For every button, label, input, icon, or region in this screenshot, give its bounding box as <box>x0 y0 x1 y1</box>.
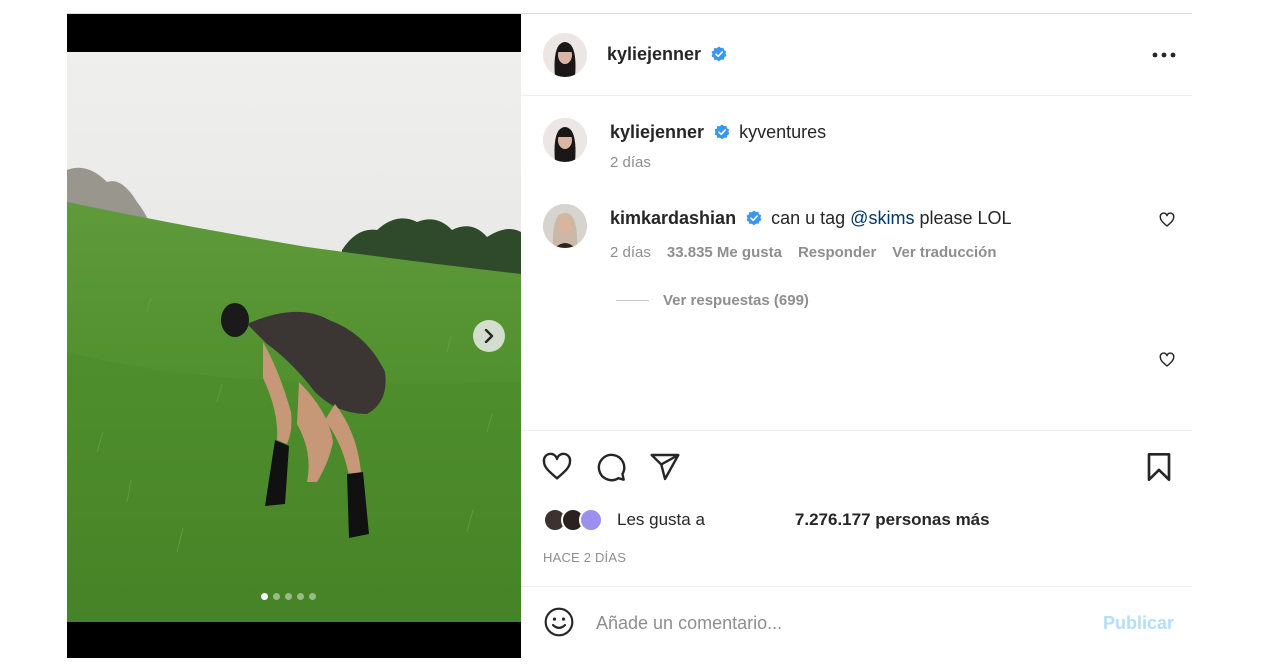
author-name: kyliejenner <box>607 44 727 65</box>
comment-time[interactable]: 2 días <box>610 244 651 261</box>
caption-time: 2 días <box>610 154 651 171</box>
emoji-icon <box>544 607 574 637</box>
comment-button[interactable] <box>595 451 627 483</box>
next-photo-button[interactable] <box>473 320 505 352</box>
view-replies-label: Ver respuestas (699) <box>663 292 809 309</box>
heart-icon <box>542 452 572 480</box>
more-horizontal-icon <box>1152 52 1176 58</box>
heart-icon <box>1159 212 1175 227</box>
commenter-avatar[interactable] <box>543 204 587 248</box>
carousel-dot <box>297 593 304 600</box>
comment-text-after: please LOL <box>919 208 1012 228</box>
like-button[interactable] <box>541 451 573 483</box>
comment-like-button[interactable] <box>1159 352 1175 373</box>
post-timestamp[interactable]: HACE 2 DÍAS <box>543 550 626 565</box>
carousel-dot <box>285 593 292 600</box>
emoji-button[interactable] <box>543 606 575 638</box>
save-button[interactable] <box>1143 451 1175 483</box>
reply-button[interactable]: Responder <box>798 244 876 261</box>
verified-badge-icon <box>711 46 727 62</box>
liker-avatar <box>579 508 603 532</box>
commenter-username[interactable]: kimkardashian <box>610 208 736 228</box>
publish-button[interactable]: Publicar <box>1103 613 1174 634</box>
heart-icon <box>1159 352 1175 367</box>
actions-area: Les gusta a 7.276.177 personas más HACE … <box>521 430 1192 586</box>
comment-like-button[interactable] <box>1159 212 1175 233</box>
view-replies-button[interactable]: Ver respuestas (699) <box>616 292 809 309</box>
carousel-dot <box>309 593 316 600</box>
comment-meta: 2 días 33.835 Me gusta Responder Ver tra… <box>610 244 997 261</box>
replies-divider <box>616 300 649 301</box>
chevron-right-icon <box>484 329 494 343</box>
carousel-dot <box>273 593 280 600</box>
caption-username[interactable]: kyliejenner <box>610 122 704 142</box>
likes-prefix: Les gusta a <box>617 510 705 529</box>
verified-badge-icon <box>746 210 762 226</box>
likers-avatars[interactable] <box>543 508 603 532</box>
send-icon <box>650 453 680 481</box>
post-header: kyliejenner <box>521 14 1192 96</box>
comment-line: kimkardashian can u tag @skims please LO… <box>610 208 1012 229</box>
post-modal: kyliejenner kyliejenner kyventures 2 día… <box>67 13 1192 658</box>
comment-composer: Publicar <box>521 586 1192 658</box>
comment-text-before: can u tag <box>771 208 846 228</box>
verified-badge-icon <box>714 124 730 140</box>
caption-text: kyventures <box>739 122 827 142</box>
caption-line: kyliejenner kyventures <box>610 122 826 143</box>
author-username[interactable]: kyliejenner <box>607 44 701 64</box>
likes-summary: Les gusta a 7.276.177 personas más <box>543 508 990 532</box>
author-avatar[interactable] <box>543 33 587 77</box>
likes-count[interactable]: 7.276.177 personas más <box>795 510 990 530</box>
carousel-dots <box>261 593 316 600</box>
post-sidebar: kyliejenner kyliejenner kyventures 2 día… <box>521 14 1192 658</box>
share-button[interactable] <box>649 451 681 483</box>
more-options-button[interactable] <box>1148 43 1180 67</box>
post-media <box>67 14 521 658</box>
comment-mention-link[interactable]: @skims <box>850 208 914 228</box>
carousel-dot-active <box>261 593 268 600</box>
post-photo[interactable] <box>67 52 521 622</box>
caption-avatar[interactable] <box>543 118 587 162</box>
comment-likes[interactable]: 33.835 Me gusta <box>667 244 782 261</box>
translate-button[interactable]: Ver traducción <box>892 244 996 261</box>
comment-input[interactable] <box>596 609 1076 637</box>
comment-icon <box>597 453 626 482</box>
bookmark-icon <box>1147 453 1171 481</box>
